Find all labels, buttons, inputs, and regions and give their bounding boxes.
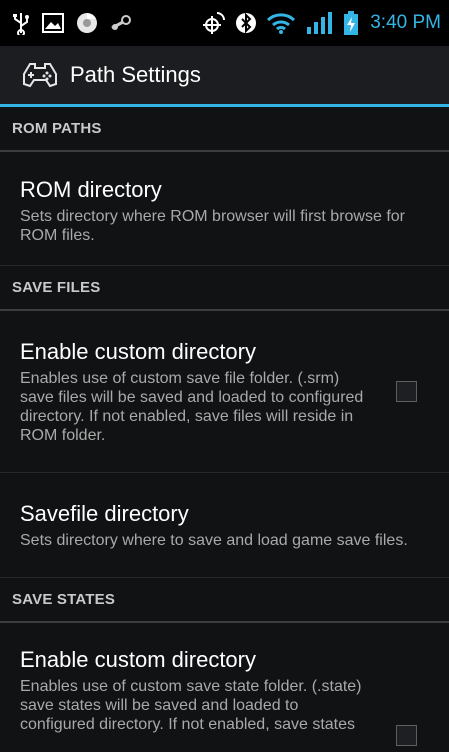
pref-text: Savefile directory Sets directory where … (20, 501, 437, 550)
page-title: Path Settings (70, 62, 201, 87)
pref-summary: Sets directory where ROM browser will fi… (20, 207, 405, 244)
steam-icon (111, 15, 131, 30)
enable-custom-save-directory-preference[interactable]: Enable custom directory Enables use of c… (0, 311, 449, 473)
gamepad-icon[interactable] (22, 60, 58, 90)
battery-charging-icon (344, 11, 359, 35)
pref-title: Enable custom directory (20, 338, 256, 364)
pref-text: Enable custom directory Enables use of c… (20, 647, 366, 734)
category-header-save-files: SAVE FILES (0, 266, 449, 311)
pref-text: Enable custom directory Enables use of c… (20, 339, 366, 445)
pref-text: ROM directory Sets directory where ROM b… (20, 177, 437, 245)
notification-icons (12, 11, 132, 35)
category-header-save-states: SAVE STATES (0, 578, 449, 623)
status-bar: 3:40 PM (0, 0, 449, 46)
enable-custom-state-checkbox[interactable] (396, 725, 417, 746)
rom-directory-preference[interactable]: ROM directory Sets directory where ROM b… (0, 152, 449, 266)
wifi-icon (267, 13, 296, 34)
gps-icon (203, 12, 226, 34)
action-bar: Path Settings (0, 46, 449, 107)
system-icons: 3:40 PM (202, 11, 441, 35)
savefile-directory-preference[interactable]: Savefile directory Sets directory where … (0, 473, 449, 578)
chrome-icon (77, 13, 97, 33)
signal-icon (307, 12, 333, 34)
pref-summary: Enables use of custom save state folder.… (20, 678, 362, 733)
enable-custom-save-checkbox[interactable] (396, 381, 417, 402)
pref-summary: Enables use of custom save file folder. … (20, 369, 364, 444)
picture-icon (42, 13, 64, 33)
category-header-rom-paths: ROM PATHS (0, 107, 449, 152)
status-clock: 3:40 PM (370, 12, 441, 33)
bluetooth-icon (236, 12, 257, 34)
pref-title: Savefile directory (20, 500, 189, 526)
pref-summary: Sets directory where to save and load ga… (20, 531, 408, 549)
preference-list[interactable]: ROM PATHS ROM directory Sets directory w… (0, 107, 449, 752)
pref-title: ROM directory (20, 176, 162, 202)
usb-icon (13, 13, 29, 35)
enable-custom-state-directory-preference[interactable]: Enable custom directory Enables use of c… (0, 623, 449, 752)
pref-title: Enable custom directory (20, 647, 256, 672)
